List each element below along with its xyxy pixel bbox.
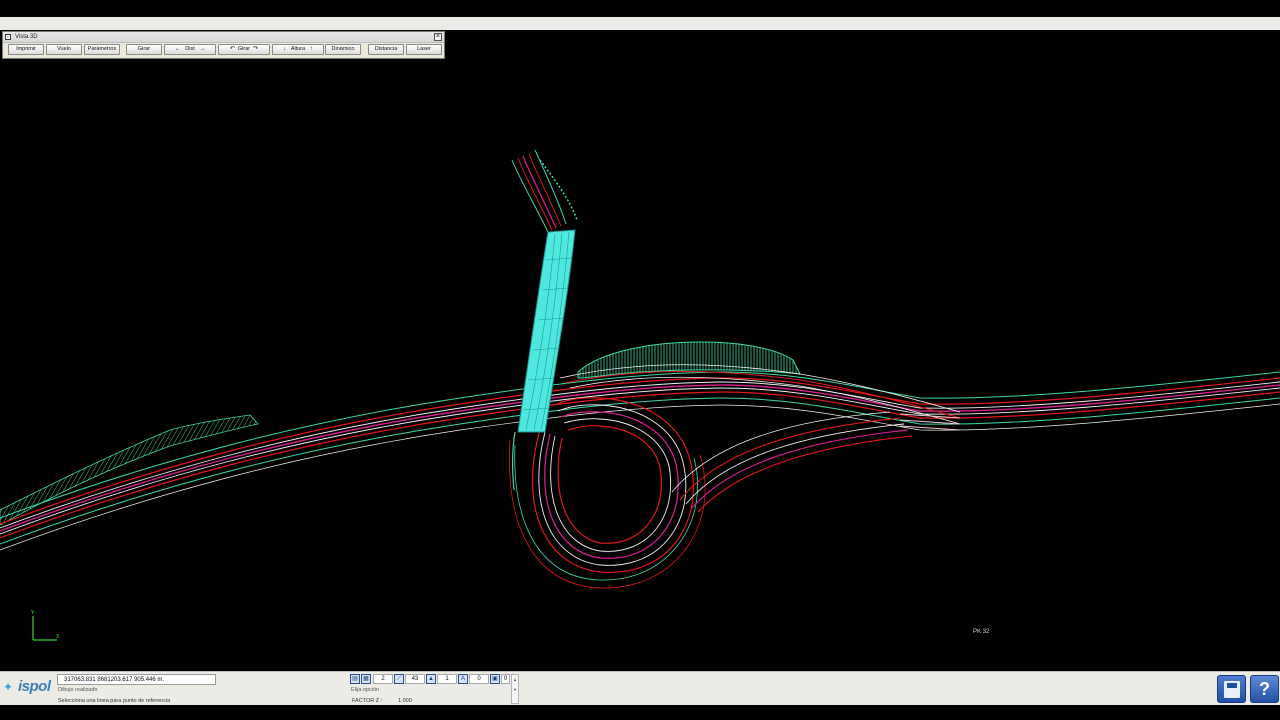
axis-x-label: X: [56, 634, 60, 640]
snap-icon[interactable]: ▣: [490, 674, 500, 684]
altura-button[interactable]: ↓ Altura ↑: [272, 44, 324, 55]
floppy-disk-icon: [1224, 681, 1240, 698]
arrow-left-icon: ←: [174, 46, 181, 52]
arrow-down-icon: ↓: [283, 46, 287, 52]
screen: Y X PK 32 ▪ Vista 3D × Imprimir Vuelo Pa…: [0, 0, 1280, 720]
help-button[interactable]: ?: [1250, 675, 1279, 703]
logo-star-icon: ✦: [3, 680, 14, 694]
status-message: Dibujo realizado: [58, 687, 98, 693]
factor-z-value: 1.000: [398, 698, 412, 704]
dist-label: Dist: [185, 46, 195, 52]
logo-text: ispol: [18, 678, 51, 695]
vista-3d-titlebar[interactable]: ▪ Vista 3D ×: [3, 32, 444, 43]
left-slope-hatch: [0, 414, 259, 526]
line-icon[interactable]: ⟋: [394, 674, 404, 684]
value-field-4[interactable]: 0: [469, 674, 489, 684]
bridge-deck: [517, 229, 576, 433]
save-button[interactable]: [1217, 675, 1246, 703]
value-field-1[interactable]: 2: [373, 674, 393, 684]
arrow-right-icon: →: [199, 46, 206, 52]
value-field-2[interactable]: 43: [405, 674, 425, 684]
axis-y-label: Y: [31, 610, 35, 616]
vista-3d-window[interactable]: ▪ Vista 3D × Imprimir Vuelo Parámetros G…: [2, 31, 445, 59]
laser-button[interactable]: Laser: [406, 44, 442, 55]
distancia-button[interactable]: Distancia: [368, 44, 404, 55]
girar-rotate-button[interactable]: ↶ Girar ↷: [218, 44, 270, 55]
font-icon[interactable]: A: [458, 674, 468, 684]
girar-label: Girar: [237, 46, 251, 52]
layers-icon[interactable]: ▤: [350, 674, 360, 684]
value-field-3[interactable]: 1: [437, 674, 457, 684]
girar-button[interactable]: Girar: [126, 44, 162, 55]
ispol-logo: ✦ ispol: [0, 675, 54, 699]
window-icon: ▪: [5, 34, 11, 40]
main-highway: [0, 371, 1280, 551]
north-road: [511, 149, 578, 233]
station-label: PK 32: [973, 629, 990, 635]
arrow-up-icon: ↑: [309, 46, 313, 52]
cad-viewport[interactable]: [0, 0, 1280, 720]
option-scrollbar[interactable]: ▲ ▼: [511, 674, 519, 704]
factor-z-label: FACTOR Z :: [352, 698, 383, 704]
parametros-button[interactable]: Parámetros: [84, 44, 120, 55]
axis-indicator: [32, 616, 57, 641]
prompt-message: Selecciona una linea para punto de refer…: [58, 698, 171, 704]
rotate-ccw-icon: ↶: [229, 46, 235, 52]
option-prompt: Elija opción: [351, 687, 380, 693]
altura-label: Altura: [290, 46, 306, 52]
vista-3d-title: Vista 3D: [15, 34, 38, 40]
connector-ramp: [671, 411, 961, 513]
dinamico-button[interactable]: Dinámico: [325, 44, 361, 55]
status-bar: ✦ ispol 317063.831 8681203.617 905.446 m…: [0, 671, 1280, 705]
value-field-5[interactable]: 0: [501, 674, 510, 684]
imprimir-button[interactable]: Imprimir: [8, 44, 44, 55]
rotate-cw-icon: ↷: [253, 46, 259, 52]
coordinates-field: 317063.831 8681203.617 905.446 m.: [57, 674, 216, 685]
grid-icon[interactable]: ▦: [361, 674, 371, 684]
dist-button[interactable]: ← Dist →: [164, 44, 216, 55]
text-size-icon[interactable]: ▲: [426, 674, 436, 684]
vuelo-button[interactable]: Vuelo: [46, 44, 82, 55]
close-icon[interactable]: ×: [434, 33, 442, 41]
